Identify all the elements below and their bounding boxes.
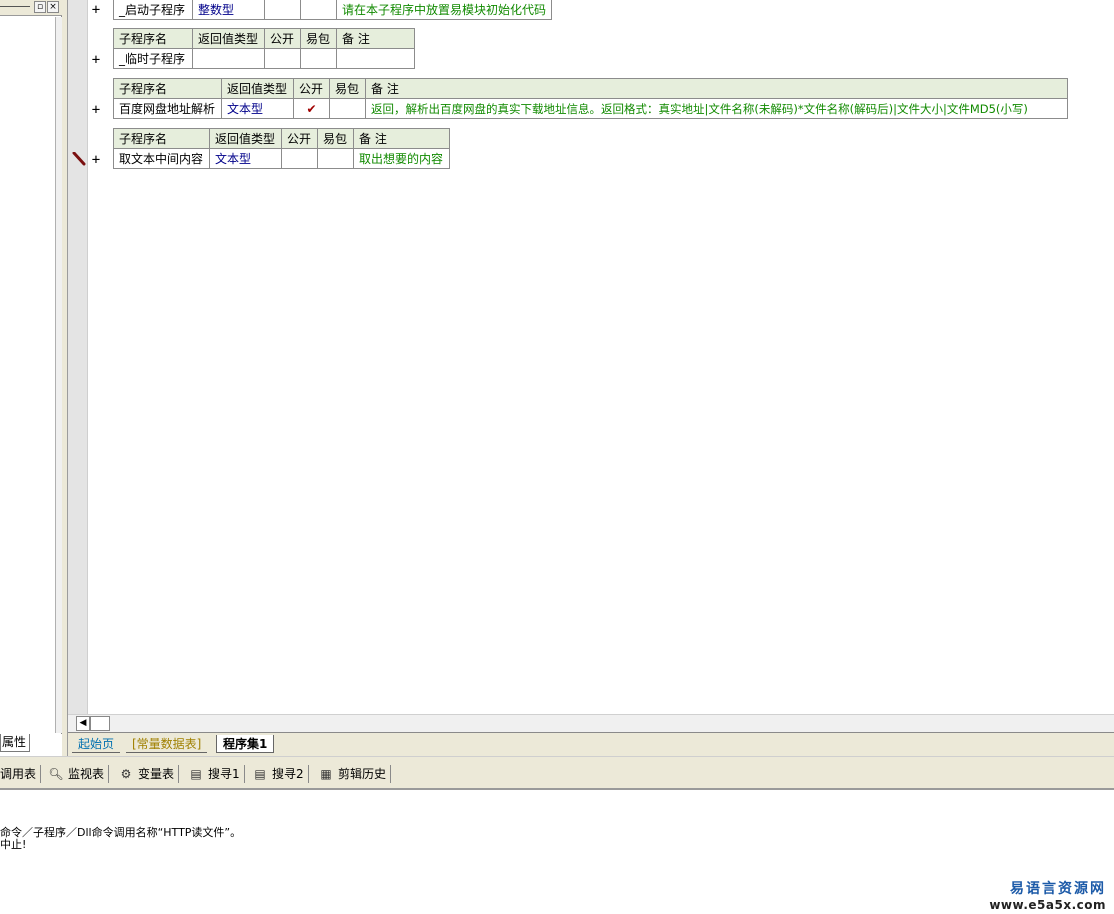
clipboard-icon: ▦: [320, 767, 332, 781]
clip-history-label: 剪辑历史: [338, 767, 387, 781]
subroutine-name[interactable]: 取文本中间内容: [113, 148, 210, 169]
header-name: 子程序名: [113, 78, 222, 99]
output-line: 命令／子程序／Dll命令调用名称“HTTP读文件”。: [0, 826, 242, 839]
header-name: 子程序名: [113, 128, 210, 149]
scroll-thumb[interactable]: [90, 716, 110, 731]
magnifier-icon: 🔍︎: [48, 767, 64, 781]
search-2-label: 搜寻2: [272, 767, 304, 781]
call-table-label: 调用表: [0, 767, 37, 781]
header-note: 备 注: [353, 128, 450, 149]
return-type[interactable]: [192, 48, 265, 69]
variables-icon: ⚙: [120, 767, 132, 781]
header-easy-pack: 易包: [317, 128, 354, 149]
variable-table-label: 变量表: [138, 767, 175, 781]
subroutine-table: _启动子程序 整数型 请在本子程序中放置易模块初始化代码: [113, 0, 553, 20]
table-row: _启动子程序 整数型 请在本子程序中放置易模块初始化代码: [113, 0, 553, 20]
scroll-left-arrow-icon[interactable]: ◀: [76, 716, 90, 731]
tab-clip-history[interactable]: ▦ 剪辑历史: [318, 765, 392, 783]
output-panel[interactable]: 命令／子程序／Dll命令调用名称“HTTP读文件”。 中止!: [0, 790, 1114, 914]
restore-button[interactable]: ▫: [34, 1, 46, 13]
expand-icon[interactable]: +: [90, 3, 102, 17]
subroutine-name[interactable]: 百度网盘地址解析: [113, 98, 222, 119]
note[interactable]: [336, 48, 415, 69]
header-name: 子程序名: [113, 28, 193, 49]
tab-constants-table[interactable]: [常量数据表]: [126, 735, 208, 753]
note[interactable]: 请在本子程序中放置易模块初始化代码: [335, 0, 553, 20]
watermark: 易语言资源网 www.e5a5x.com: [989, 878, 1106, 912]
watermark-url: www.e5a5x.com: [989, 898, 1106, 912]
document-tabs: 起始页 [常量数据表] 程序集1: [68, 732, 1114, 756]
expand-icon[interactable]: +: [90, 153, 102, 167]
search-1-label: 搜寻1: [208, 767, 240, 781]
tab-start-page[interactable]: 起始页: [72, 735, 121, 753]
subroutine-table: 子程序名 返回值类型 公开 易包 备 注 百度网盘地址解析 文本型 ✔ 返回，解…: [113, 78, 1068, 119]
subroutine-table: 子程序名 返回值类型 公开 易包 备 注 取文本中间内容 文本型 取出想要的内容: [113, 128, 450, 169]
subroutine-name[interactable]: _临时子程序: [113, 48, 193, 69]
search-doc-icon: ▤: [190, 767, 202, 781]
header-public: 公开: [264, 28, 301, 49]
output-line: 中止!: [0, 838, 27, 851]
return-type[interactable]: 整数型: [192, 0, 265, 20]
edit-pencil-icon: [72, 152, 86, 166]
header-easy-pack: 易包: [329, 78, 366, 99]
header-return-type: 返回值类型: [209, 128, 282, 149]
table-header: 子程序名 返回值类型 公开 易包 备 注: [113, 128, 450, 149]
editor-gutter[interactable]: [68, 0, 88, 714]
subroutine-name[interactable]: _启动子程序: [113, 0, 193, 20]
tab-variable-table[interactable]: ⚙ 变量表: [118, 765, 180, 783]
header-public: 公开: [281, 128, 318, 149]
expand-icon[interactable]: +: [90, 53, 102, 67]
public-flag[interactable]: [281, 148, 318, 169]
tab-call-table[interactable]: 调用表: [0, 765, 42, 783]
table-header: 子程序名 返回值类型 公开 易包 备 注: [113, 78, 1068, 99]
table-header: 子程序名 返回值类型 公开 易包 备 注: [113, 28, 415, 49]
public-flag[interactable]: [264, 48, 301, 69]
return-type[interactable]: 文本型: [221, 98, 294, 119]
header-easy-pack: 易包: [300, 28, 337, 49]
return-type[interactable]: 文本型: [209, 148, 282, 169]
search-doc-icon: ▤: [254, 767, 266, 781]
tab-search-1[interactable]: ▤ 搜寻1: [188, 765, 245, 783]
note[interactable]: 取出想要的内容: [353, 148, 450, 169]
header-return-type: 返回值类型: [221, 78, 294, 99]
header-public: 公开: [293, 78, 330, 99]
easy-pack-flag[interactable]: [317, 148, 354, 169]
tab-search-2[interactable]: ▤ 搜寻2: [252, 765, 309, 783]
header-note: 备 注: [336, 28, 415, 49]
header-note: 备 注: [365, 78, 1068, 99]
watermark-title: 易语言资源网: [1010, 881, 1106, 897]
easy-pack-flag[interactable]: [329, 98, 366, 119]
easy-pack-flag[interactable]: [300, 48, 337, 69]
horizontal-scrollbar[interactable]: ◀: [68, 714, 1114, 732]
note[interactable]: 返回，解析出百度网盘的真实下载地址信息。返回格式：真实地址|文件名称(未解码)*…: [365, 98, 1068, 119]
expand-icon[interactable]: +: [90, 103, 102, 117]
public-checkmark-icon[interactable]: ✔: [293, 98, 330, 119]
easy-pack-flag[interactable]: [300, 0, 337, 20]
panel-grip: [0, 6, 30, 7]
property-list[interactable]: [0, 17, 56, 733]
property-panel-header: ▫ ×: [0, 0, 62, 16]
table-row: _临时子程序: [113, 48, 415, 69]
header-return-type: 返回值类型: [192, 28, 265, 49]
subroutine-table: 子程序名 返回值类型 公开 易包 备 注 _临时子程序: [113, 28, 415, 69]
property-panel: ▫ ×: [0, 0, 62, 734]
table-row: 百度网盘地址解析 文本型 ✔ 返回，解析出百度网盘的真实下载地址信息。返回格式：…: [113, 98, 1068, 119]
tab-assembly-1[interactable]: 程序集1: [216, 735, 275, 753]
watch-table-label: 监视表: [68, 767, 105, 781]
code-editor[interactable]: + _启动子程序 整数型 请在本子程序中放置易模块初始化代码 子程序名 返回值类…: [68, 0, 1114, 714]
tab-properties[interactable]: 属性: [0, 734, 30, 752]
tab-watch-table[interactable]: 🔍︎ 监视表: [48, 765, 110, 783]
close-button[interactable]: ×: [47, 1, 59, 13]
public-flag[interactable]: [264, 0, 301, 20]
table-row: 取文本中间内容 文本型 取出想要的内容: [113, 148, 450, 169]
bottom-toolbar: 调用表 🔍︎ 监视表 ⚙ 变量表 ▤ 搜寻1 ▤ 搜寻2 ▦ 剪辑历史: [0, 756, 1114, 790]
